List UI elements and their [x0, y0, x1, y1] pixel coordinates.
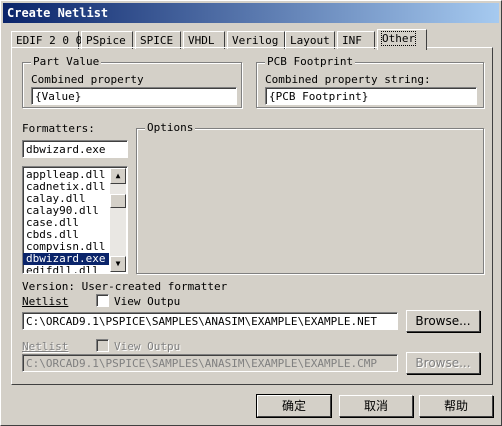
formatters-list[interactable]: applleap.dll cadnetix.dll calay.dll calay90…: [22, 166, 128, 274]
formatter-list-item[interactable]: edifdll.dll: [23, 265, 109, 274]
tab-label: SPICE: [140, 34, 174, 47]
scroll-thumb[interactable]: [110, 194, 126, 208]
scroll-down-button[interactable]: ▼: [110, 256, 126, 272]
pcb-footprint-group: PCB Footprint Combined property string: …: [256, 55, 484, 108]
netlist-label: Netlist: [22, 295, 69, 308]
view-output-label: View Outpu: [114, 295, 181, 308]
combined-property-label: Combined property: [31, 73, 144, 86]
tab-label: Layout: [290, 34, 330, 47]
netlist-path-input-2: C:\ORCAD9.1\PSPICE\SAMPLES\ANASIM\EXAMPL…: [22, 354, 398, 372]
combined-property-input[interactable]: {Value}: [31, 87, 237, 105]
create-netlist-dialog: Create Netlist EDIF 2 0 0 PSpice SPICE V…: [0, 0, 502, 426]
version-text: Version: User-created formatter: [22, 280, 228, 293]
combined-property-string-input[interactable]: {PCB Footprint}: [265, 87, 477, 105]
options-group: Options: [136, 121, 484, 274]
netlist-label-2: Netlist: [22, 340, 69, 353]
pcb-footprint-group-label: PCB Footprint: [265, 55, 356, 68]
part-value-group: Part Value Combined property {Value}: [22, 55, 242, 108]
ok-button[interactable]: 确定: [257, 395, 331, 417]
view-output-checkbox-2: [96, 339, 109, 352]
formatters-label: Formatters:: [22, 122, 95, 135]
help-button[interactable]: 帮助: [419, 395, 493, 417]
tab-label: EDIF 2 0 0: [16, 34, 83, 47]
view-output-checkbox[interactable]: [96, 294, 109, 307]
part-value-group-label: Part Value: [31, 55, 102, 68]
tab-other[interactable]: Other: [377, 29, 427, 50]
tab-label: PSpice: [86, 34, 126, 47]
combined-property-string-label: Combined property string:: [265, 73, 431, 86]
tab-label: INF: [342, 34, 362, 47]
view-output-label-2: View Outpu: [114, 340, 181, 353]
formatters-scrollbar[interactable]: ▲ ▼: [110, 168, 126, 272]
cancel-button[interactable]: 取消: [339, 395, 413, 417]
netlist-path-input[interactable]: C:\ORCAD9.1\PSPICE\SAMPLES\ANASIM\EXAMPL…: [22, 312, 398, 330]
tab-panel-other: Part Value Combined property {Value} PCB…: [11, 47, 493, 385]
options-group-label: Options: [145, 121, 196, 134]
browse-button-2: Browse...: [406, 352, 480, 374]
tab-label: VHDL: [188, 34, 215, 47]
tab-label: Other: [380, 31, 417, 46]
browse-button[interactable]: Browse...: [406, 310, 480, 332]
title-bar: Create Netlist: [3, 3, 499, 23]
tab-label: Verilog: [232, 34, 279, 47]
scroll-up-button[interactable]: ▲: [110, 168, 126, 184]
formatter-input[interactable]: dbwizard.exe: [22, 140, 128, 158]
